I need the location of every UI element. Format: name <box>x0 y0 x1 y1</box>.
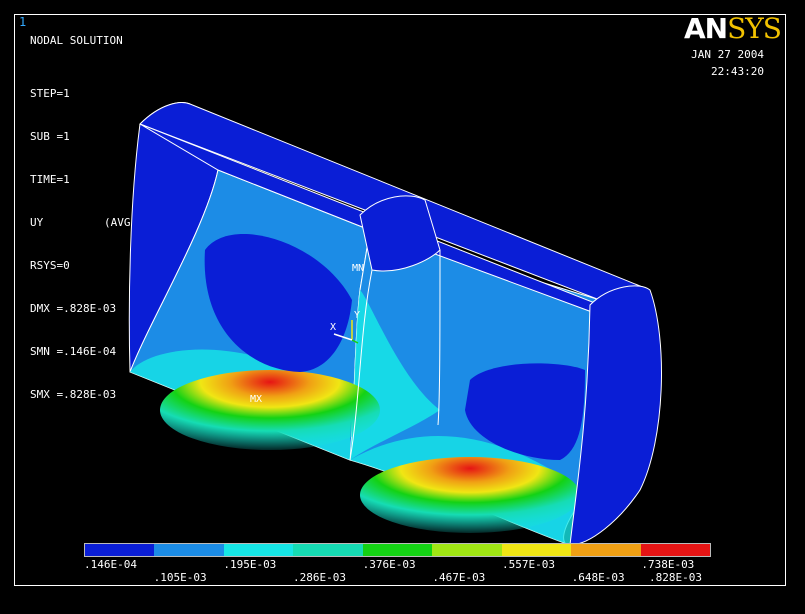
legend-swatch-8 <box>640 544 710 556</box>
legend-label-4: .376E-03 <box>362 558 416 571</box>
legend-label-5: .467E-03 <box>432 571 486 584</box>
legend-label-1: .105E-03 <box>153 571 207 584</box>
legend-swatch-6 <box>501 544 572 556</box>
legend-swatch-3 <box>293 544 363 556</box>
legend-label-8: .738E-03 <box>641 558 695 571</box>
legend-label-3: .286E-03 <box>293 571 346 584</box>
legend-swatch-0 <box>85 544 155 556</box>
legend-swatch-2 <box>223 544 294 556</box>
legend-label-7: .648E-03 <box>571 571 625 584</box>
left-hot-spot <box>160 370 380 450</box>
legend-label-6: .557E-03 <box>502 558 555 571</box>
contour-legend-bar <box>84 543 711 557</box>
mn-marker: MN <box>352 263 364 274</box>
legend-swatch-4 <box>362 544 433 556</box>
ansys-graphics-window[interactable]: 1 NODAL SOLUTION STEP=1 SUB =1 TIME=1 UY… <box>0 0 805 614</box>
legend-label-0: .146E-04 <box>84 558 137 571</box>
legend-swatch-1 <box>154 544 224 556</box>
mx-marker: MX <box>250 394 262 405</box>
legend-swatch-5 <box>432 544 502 556</box>
legend-swatch-7 <box>571 544 641 556</box>
legend-label-9: .828E-03 <box>649 571 702 584</box>
axis-y-label: Y <box>354 310 360 321</box>
model-view[interactable]: MN MX X Y <box>0 0 805 614</box>
right-hot-spot <box>360 457 580 533</box>
axis-x-label: X <box>330 322 336 333</box>
legend-label-2: .195E-03 <box>223 558 277 571</box>
